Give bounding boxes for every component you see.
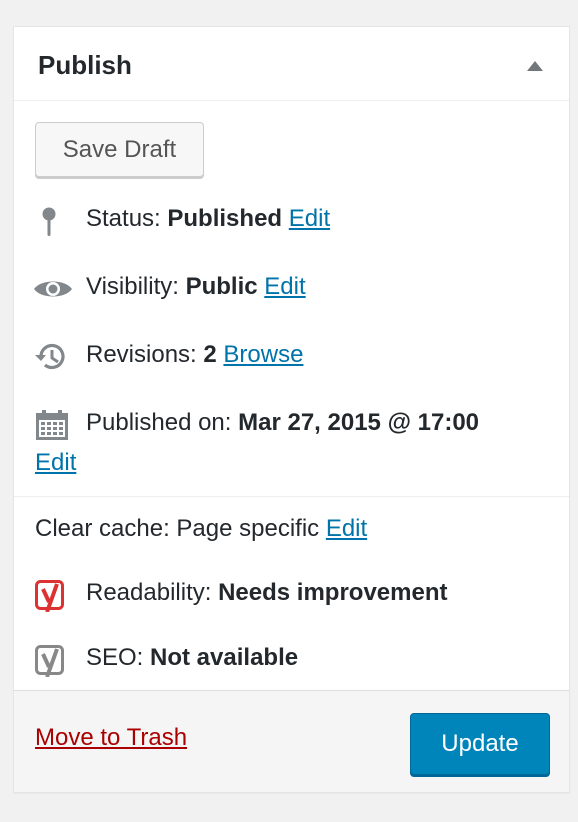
history-icon	[33, 341, 69, 373]
readability-value: Needs improvement	[218, 579, 448, 606]
save-draft-button[interactable]: Save Draft	[35, 122, 204, 177]
seo-label: SEO:	[86, 644, 144, 671]
revisions-count: 2	[203, 341, 217, 368]
major-publishing-actions: Move to Trash Update	[14, 690, 569, 792]
clear-cache-row: Clear cache: Page specific Edit	[35, 515, 367, 543]
visibility-edit-link[interactable]: Edit	[264, 273, 305, 300]
clear-cache-edit-link[interactable]: Edit	[326, 515, 367, 542]
move-to-trash-link[interactable]: Move to Trash	[35, 724, 187, 752]
visibility-label: Visibility:	[86, 273, 179, 300]
revisions-label: Revisions:	[86, 341, 197, 368]
readability-label: Readability:	[86, 579, 212, 606]
publish-box: Publish Save Draft Status: Published Edi…	[13, 26, 570, 793]
publish-title: Publish	[38, 50, 132, 80]
section-divider	[14, 496, 569, 497]
published-on-edit-link[interactable]: Edit	[35, 449, 76, 476]
status-label: Status:	[86, 205, 161, 232]
eye-icon	[33, 277, 73, 301]
status-edit-link[interactable]: Edit	[289, 205, 330, 232]
seo-value: Not available	[150, 644, 299, 671]
collapse-toggle-icon[interactable]	[527, 61, 543, 71]
clear-cache-label: Clear cache: Page specific	[35, 515, 320, 542]
published-on-value: Mar 27, 2015 @ 17:00	[238, 409, 480, 436]
update-button[interactable]: Update	[410, 713, 550, 775]
published-on-label: Published on:	[86, 409, 232, 436]
calendar-icon	[35, 409, 69, 441]
status-value: Published	[167, 205, 283, 232]
pin-icon	[41, 207, 57, 237]
published-on-edit-row: Edit	[35, 449, 76, 477]
visibility-value: Public	[185, 273, 258, 300]
publish-box-header[interactable]: Publish	[14, 27, 569, 101]
yoast-seo-icon	[35, 643, 71, 677]
yoast-readability-icon	[35, 578, 71, 612]
revisions-browse-link[interactable]: Browse	[223, 341, 303, 368]
